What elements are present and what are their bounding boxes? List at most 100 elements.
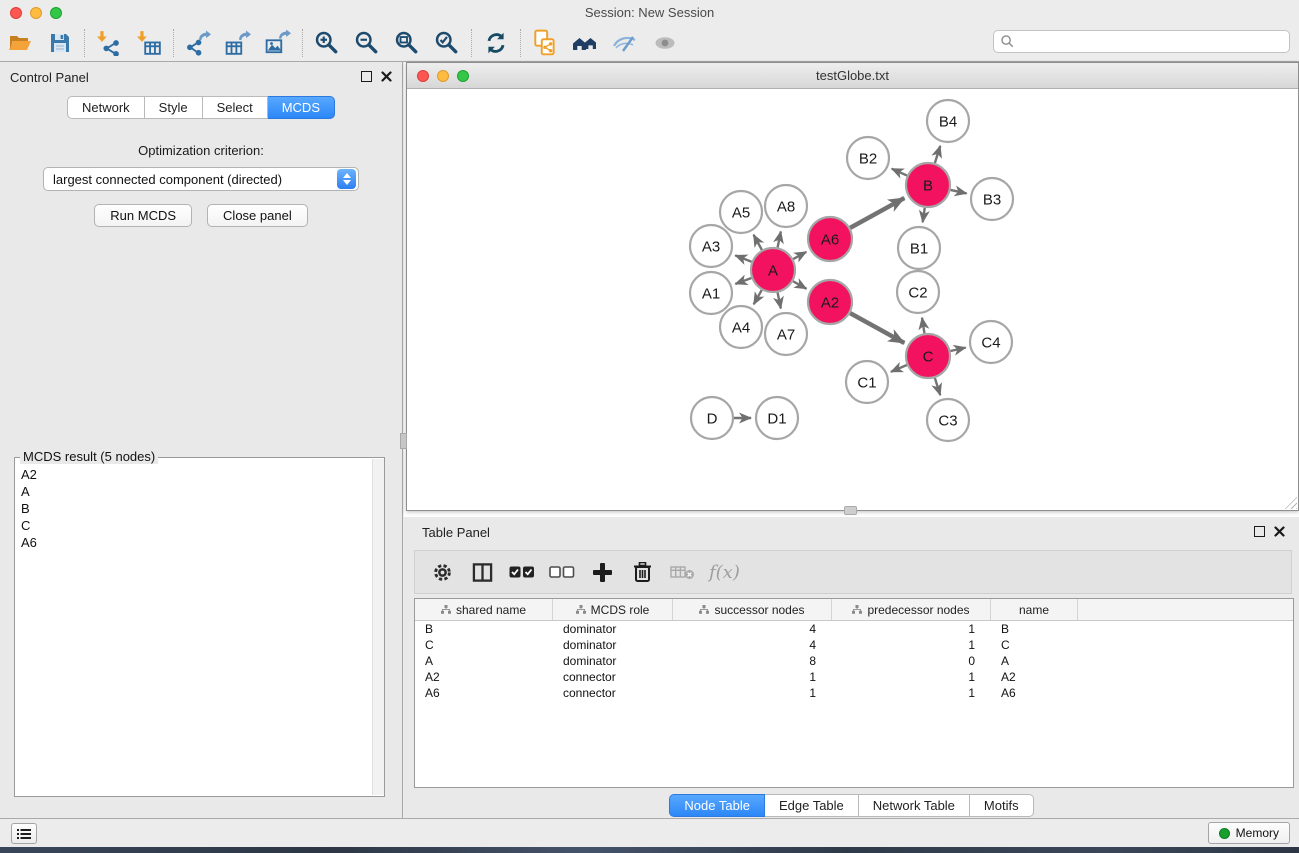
delete-row-icon[interactable] — [629, 560, 655, 584]
graph-edge-A-A5[interactable] — [754, 235, 762, 250]
graph-edge-C-C1[interactable] — [891, 365, 907, 372]
close-table-panel-icon[interactable] — [1274, 526, 1285, 537]
table-cell[interactable]: 0 — [832, 654, 991, 668]
graph-edge-A-A6[interactable] — [793, 252, 806, 259]
table-cell[interactable]: A — [991, 654, 1078, 668]
export-table-icon[interactable] — [218, 28, 258, 58]
search-field[interactable] — [993, 30, 1290, 53]
import-network-icon[interactable] — [89, 28, 129, 58]
float-panel-icon[interactable] — [361, 71, 372, 82]
mcds-result-item[interactable]: A6 — [15, 534, 371, 551]
table-cell[interactable]: connector — [553, 686, 673, 700]
optimization-criterion-dropdown[interactable]: largest connected component (directed) — [43, 167, 359, 191]
table-cell[interactable]: C — [991, 638, 1078, 652]
table-cell[interactable]: 1 — [832, 622, 991, 636]
graph-edge-A-A1[interactable] — [735, 278, 751, 284]
table-cell[interactable]: C — [415, 638, 553, 652]
graph-edge-A6-B[interactable] — [850, 198, 904, 228]
graph-edge-B-B1[interactable] — [923, 208, 925, 222]
result-scrollbar[interactable] — [372, 459, 384, 795]
show-panels-list-button[interactable] — [11, 823, 37, 844]
run-mcds-button[interactable]: Run MCDS — [94, 204, 192, 227]
graph-edge-A-A2[interactable] — [793, 281, 806, 289]
memory-button[interactable]: Memory — [1208, 822, 1290, 844]
graph-edge-B-B2[interactable] — [892, 169, 907, 176]
table-cell[interactable]: A — [415, 654, 553, 668]
float-table-panel-icon[interactable] — [1254, 526, 1265, 537]
select-all-icon[interactable] — [509, 560, 535, 584]
table-row[interactable]: Cdominator41C — [415, 637, 1293, 653]
table-row[interactable]: Adominator80A — [415, 653, 1293, 669]
tab-network-table[interactable]: Network Table — [859, 794, 970, 817]
graph-edge-A2-C[interactable] — [850, 313, 904, 343]
table-cell[interactable]: A6 — [991, 686, 1078, 700]
export-image-icon[interactable] — [258, 28, 298, 58]
column-header-predecessor-nodes[interactable]: predecessor nodes — [832, 599, 991, 620]
graph-edge-B-B3[interactable] — [950, 190, 966, 194]
graph-edge-C-C2[interactable] — [922, 318, 924, 334]
graph-edge-A-A4[interactable] — [754, 290, 762, 304]
horizontal-splitter-handle[interactable] — [844, 506, 857, 515]
tab-select[interactable]: Select — [203, 96, 268, 119]
graph-edge-B-B4[interactable] — [935, 146, 940, 163]
column-header-successor-nodes[interactable]: successor nodes — [673, 599, 832, 620]
tab-style[interactable]: Style — [145, 96, 203, 119]
export-network-icon[interactable] — [178, 28, 218, 58]
zoom-selected-icon[interactable] — [427, 28, 467, 58]
vertical-splitter-handle[interactable] — [400, 433, 407, 449]
graph-edge-A-A7[interactable] — [778, 293, 781, 309]
table-cell[interactable]: dominator — [553, 622, 673, 636]
zoom-in-icon[interactable] — [307, 28, 347, 58]
table-cell[interactable]: 8 — [673, 654, 832, 668]
table-cell[interactable]: B — [991, 622, 1078, 636]
graph-edge-C-C3[interactable] — [935, 378, 940, 395]
hide-panel-icon[interactable] — [605, 28, 645, 58]
table-cell[interactable]: B — [415, 622, 553, 636]
network-graph-view[interactable]: B4B2BB3B1C2A5A8A6A3AA1A2A4A7C4CC1C3DD1 — [407, 89, 1298, 510]
tab-edge-table[interactable]: Edge Table — [765, 794, 859, 817]
table-cell[interactable]: A2 — [415, 670, 553, 684]
table-cell[interactable]: 4 — [673, 622, 832, 636]
network-view-window[interactable]: testGlobe.txt B4B2BB3B1C2A5A8A6A3AA1A2A4… — [406, 62, 1299, 511]
open-session-icon[interactable] — [0, 28, 40, 58]
split-columns-icon[interactable] — [469, 560, 495, 584]
table-row[interactable]: A2connector11A2 — [415, 669, 1293, 685]
duplicate-network-icon[interactable] — [525, 28, 565, 58]
zoom-out-icon[interactable] — [347, 28, 387, 58]
network-window-titlebar[interactable]: testGlobe.txt — [407, 63, 1298, 89]
column-header-name[interactable]: name — [991, 599, 1078, 620]
table-cell[interactable]: 1 — [673, 670, 832, 684]
column-header-shared-name[interactable]: shared name — [415, 599, 553, 620]
table-cell[interactable]: 1 — [832, 686, 991, 700]
zoom-fit-icon[interactable] — [387, 28, 427, 58]
table-cell[interactable]: dominator — [553, 654, 673, 668]
mcds-result-item[interactable]: B — [15, 500, 371, 517]
unselect-all-icon[interactable] — [549, 560, 575, 584]
table-cell[interactable]: 1 — [673, 686, 832, 700]
show-panel-icon[interactable] — [645, 28, 685, 58]
close-panel-icon[interactable] — [381, 71, 392, 82]
mcds-result-item[interactable]: A2 — [15, 466, 371, 483]
graph-edge-A-A8[interactable] — [778, 231, 781, 247]
tab-motifs[interactable]: Motifs — [970, 794, 1034, 817]
table-row[interactable]: Bdominator41B — [415, 621, 1293, 637]
table-cell[interactable]: 1 — [832, 670, 991, 684]
tab-node-table[interactable]: Node Table — [669, 794, 765, 817]
graph-edge-A-A3[interactable] — [735, 255, 751, 261]
table-cell[interactable]: A6 — [415, 686, 553, 700]
table-cell[interactable]: A2 — [991, 670, 1078, 684]
mcds-result-item[interactable]: A — [15, 483, 371, 500]
gear-icon[interactable] — [429, 560, 455, 584]
table-cell[interactable]: 4 — [673, 638, 832, 652]
table-cell[interactable]: 1 — [832, 638, 991, 652]
table-cell[interactable]: dominator — [553, 638, 673, 652]
home-icon[interactable] — [565, 28, 605, 58]
table-cell[interactable]: connector — [553, 670, 673, 684]
search-input[interactable] — [1015, 35, 1289, 49]
close-panel-button[interactable]: Close panel — [207, 204, 308, 227]
refresh-icon[interactable] — [476, 28, 516, 58]
mcds-result-list[interactable]: A2ABCA6 — [15, 466, 371, 796]
node-table[interactable]: shared nameMCDS rolesuccessor nodesprede… — [414, 598, 1294, 788]
add-row-icon[interactable] — [589, 560, 615, 584]
graph-edge-C-C4[interactable] — [950, 348, 965, 351]
